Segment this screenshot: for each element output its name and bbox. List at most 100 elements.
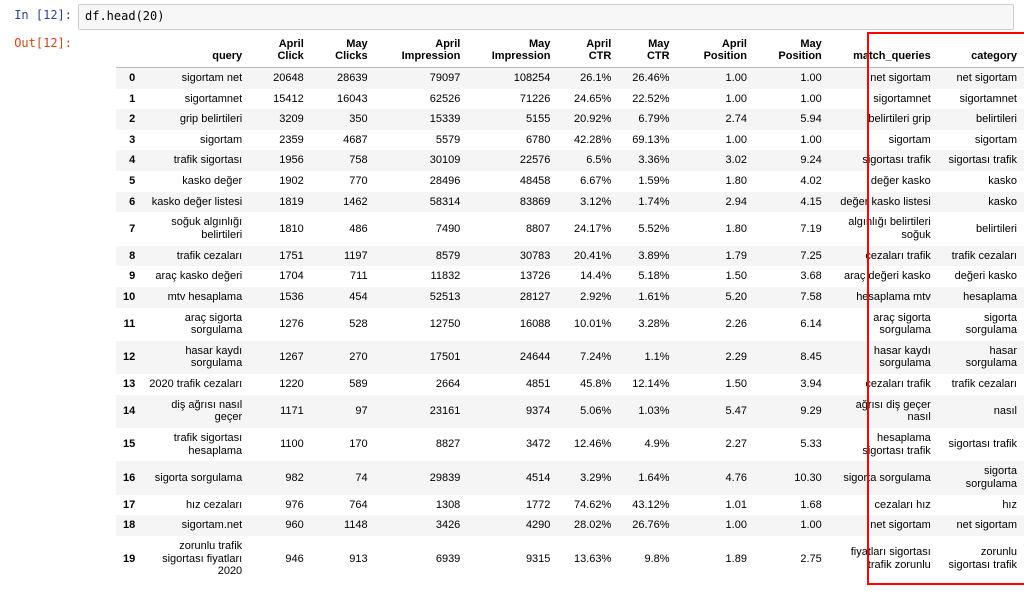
table-cell: 5.47 <box>677 395 754 428</box>
table-cell: 1.79 <box>677 246 754 267</box>
table-cell: 7490 <box>375 212 468 245</box>
table-cell: 1197 <box>311 246 375 267</box>
table-body: 0sigortam net20648286397909710825426.1%2… <box>116 67 1024 581</box>
table-cell: 3.68 <box>754 266 829 287</box>
table-cell: 1.01 <box>677 495 754 516</box>
table-cell: 23161 <box>375 395 468 428</box>
table-cell: 8579 <box>375 246 468 267</box>
table-cell: 28127 <box>467 287 557 308</box>
table-cell: cezaları trafik <box>829 246 938 267</box>
row-index: 3 <box>116 130 142 151</box>
table-cell: 15339 <box>375 109 468 130</box>
code-input[interactable]: df.head(20) <box>78 4 1014 30</box>
table-cell: 7.19 <box>754 212 829 245</box>
table-cell: 1267 <box>249 341 311 374</box>
table-cell: 1462 <box>311 192 375 213</box>
table-cell: 62526 <box>375 89 468 110</box>
table-cell: 3472 <box>467 428 557 461</box>
table-cell: 350 <box>311 109 375 130</box>
table-row: 5kasko değer190277028496484586.67%1.59%1… <box>116 171 1024 192</box>
table-cell: 1148 <box>311 515 375 536</box>
row-index: 11 <box>116 308 142 341</box>
table-cell: zorunlu sigortası trafik <box>938 536 1024 582</box>
table-cell: 3.12% <box>557 192 618 213</box>
column-header: April Click <box>249 34 311 68</box>
dataframe-table: queryApril ClickMay ClicksApril Impressi… <box>116 34 1024 582</box>
table-cell: 170 <box>311 428 375 461</box>
table-cell: 1.00 <box>754 67 829 88</box>
table-cell: 12750 <box>375 308 468 341</box>
table-cell: belirtileri <box>938 212 1024 245</box>
table-cell: 26.1% <box>557 67 618 88</box>
table-cell: 1.68 <box>754 495 829 516</box>
table-cell: 3209 <box>249 109 311 130</box>
table-cell: diş ağrısı nasıl geçer <box>142 395 249 428</box>
table-cell: 16088 <box>467 308 557 341</box>
table-cell: 12.14% <box>618 374 676 395</box>
table-cell: değeri kasko <box>938 266 1024 287</box>
table-cell: hasar kaydı sorgulama <box>142 341 249 374</box>
table-cell: 1.1% <box>618 341 676 374</box>
table-cell: değer kasko listesi <box>829 192 938 213</box>
output-cell: Out[12]: queryApril ClickMay ClicksApril… <box>0 32 1024 584</box>
table-cell: 74 <box>311 461 375 494</box>
row-index: 10 <box>116 287 142 308</box>
table-cell: sigortam <box>829 130 938 151</box>
table-cell: 58314 <box>375 192 468 213</box>
table-cell: 8827 <box>375 428 468 461</box>
table-cell: 4514 <box>467 461 557 494</box>
table-cell: 9315 <box>467 536 557 582</box>
column-header: query <box>142 34 249 68</box>
table-cell: 1.00 <box>677 67 754 88</box>
table-cell: 1308 <box>375 495 468 516</box>
table-cell: 16043 <box>311 89 375 110</box>
table-cell: 2.75 <box>754 536 829 582</box>
table-cell: 3.94 <box>754 374 829 395</box>
table-cell: 108254 <box>467 67 557 88</box>
table-cell: mtv hesaplama <box>142 287 249 308</box>
table-cell: soğuk algınlığı belirtileri <box>142 212 249 245</box>
table-cell: sigorta sorgulama <box>142 461 249 494</box>
table-cell: 1.80 <box>677 212 754 245</box>
table-cell: 17501 <box>375 341 468 374</box>
table-cell: 1.00 <box>754 89 829 110</box>
table-cell: 9374 <box>467 395 557 428</box>
table-cell: net sigortam <box>938 67 1024 88</box>
table-cell: sigortası trafik <box>938 428 1024 461</box>
table-cell: 1704 <box>249 266 311 287</box>
table-cell: 270 <box>311 341 375 374</box>
table-cell: 4.76 <box>677 461 754 494</box>
table-cell: 3426 <box>375 515 468 536</box>
table-cell: 454 <box>311 287 375 308</box>
table-cell: 26.46% <box>618 67 676 88</box>
table-cell: hesaplama <box>938 287 1024 308</box>
table-row: 10mtv hesaplama153645452513281272.92%1.6… <box>116 287 1024 308</box>
column-header: match_queries <box>829 34 938 68</box>
table-cell: 976 <box>249 495 311 516</box>
row-index: 2 <box>116 109 142 130</box>
table-cell: 1772 <box>467 495 557 516</box>
table-cell: kasko değer listesi <box>142 192 249 213</box>
table-cell: 9.24 <box>754 150 829 171</box>
column-header: May Clicks <box>311 34 375 68</box>
table-row: 1sigortamnet1541216043625267122624.65%22… <box>116 89 1024 110</box>
input-prompt: In [12]: <box>0 4 78 26</box>
row-index: 1 <box>116 89 142 110</box>
table-cell: 5155 <box>467 109 557 130</box>
table-row: 16sigorta sorgulama982742983945143.29%1.… <box>116 461 1024 494</box>
table-cell: 20.92% <box>557 109 618 130</box>
table-cell: 13726 <box>467 266 557 287</box>
table-cell: 10.30 <box>754 461 829 494</box>
output-area: queryApril ClickMay ClicksApril Impressi… <box>78 32 1024 584</box>
table-cell: 20.41% <box>557 246 618 267</box>
table-cell: 2.92% <box>557 287 618 308</box>
output-prompt: Out[12]: <box>0 32 78 54</box>
row-index: 4 <box>116 150 142 171</box>
table-row: 15trafik sigortası hesaplama110017088273… <box>116 428 1024 461</box>
table-cell: net sigortam <box>938 515 1024 536</box>
table-cell: 1810 <box>249 212 311 245</box>
table-cell: araç sigorta sorgulama <box>829 308 938 341</box>
table-cell: 42.28% <box>557 130 618 151</box>
table-cell: 1751 <box>249 246 311 267</box>
table-cell: 1.50 <box>677 266 754 287</box>
